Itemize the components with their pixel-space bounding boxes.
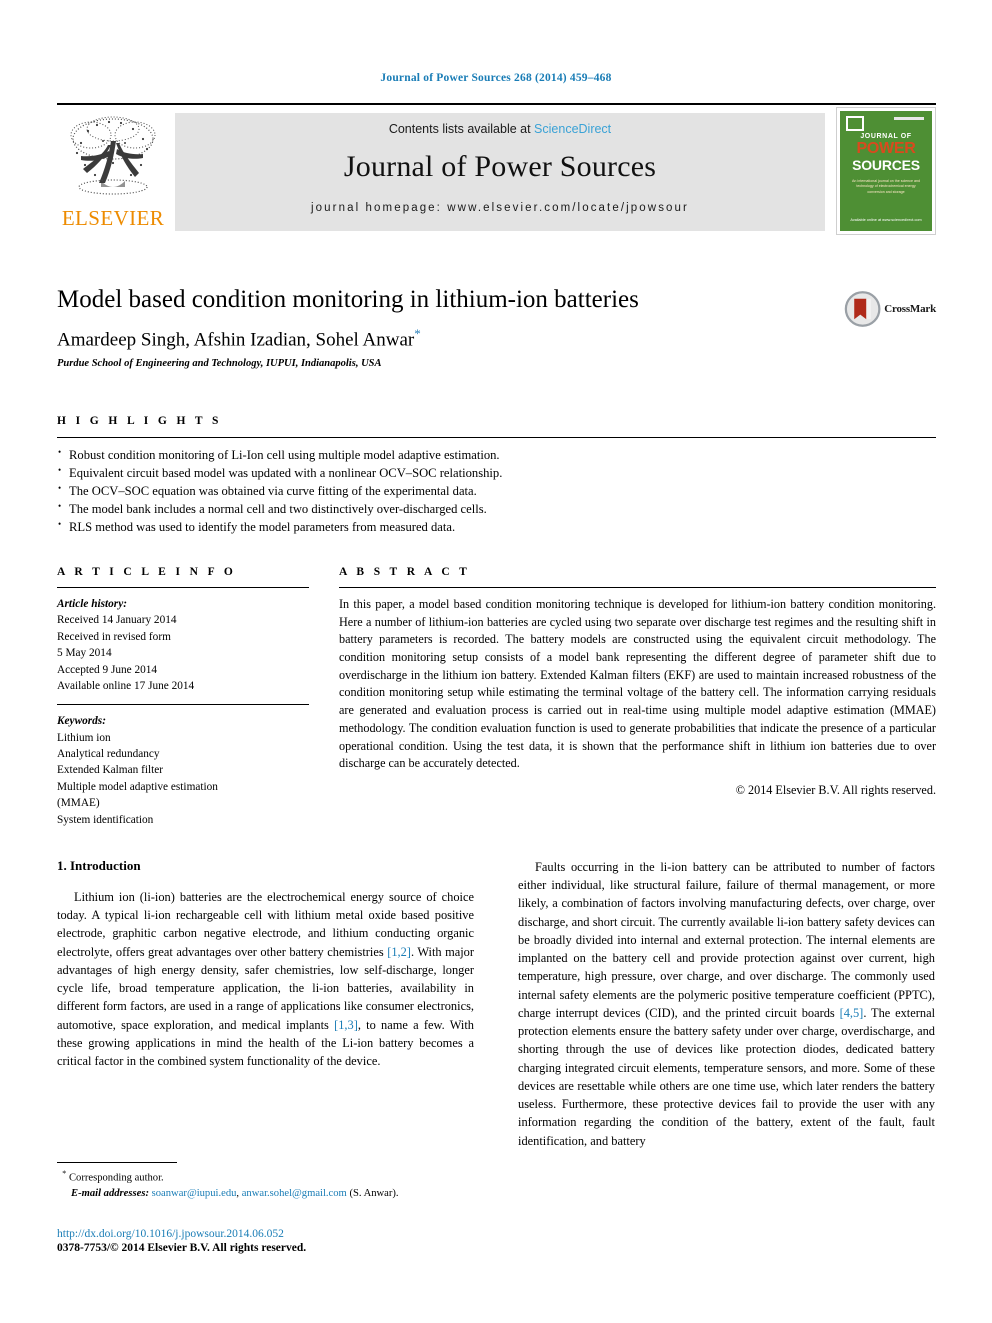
list-item: Equivalent circuit based model was updat…: [57, 464, 936, 483]
crossmark-badge[interactable]: CrossMark: [844, 286, 936, 332]
list-item: Robust condition monitoring of Li-Ion ce…: [57, 446, 936, 465]
doi-link[interactable]: http://dx.doi.org/10.1016/j.jpowsour.201…: [57, 1228, 557, 1240]
abstract-heading: A B S T R A C T: [339, 566, 471, 578]
article-info-heading: A R T I C L E I N F O: [57, 566, 237, 578]
keywords-list: Keywords: Lithium ion Analytical redunda…: [57, 713, 339, 828]
sciencedirect-link[interactable]: ScienceDirect: [534, 122, 611, 136]
citation-link[interactable]: [1,3]: [334, 1018, 358, 1032]
keyword-item: Lithium ion: [57, 731, 111, 744]
page-footer: http://dx.doi.org/10.1016/j.jpowsour.201…: [57, 1228, 557, 1254]
list-item: The OCV–SOC equation was obtained via cu…: [57, 482, 936, 501]
history-line: Available online 17 June 2014: [57, 679, 195, 692]
keyword-item: System identification: [57, 813, 154, 826]
body-column-right: Faults occurring in the li-ion battery c…: [518, 858, 935, 1150]
journal-cover-thumbnail: JOURNAL OF POWER SOURCES An internationa…: [836, 107, 936, 235]
journal-masthead: ELSEVIER Contents lists available at Sci…: [57, 103, 936, 235]
citation-link[interactable]: [1,2]: [387, 945, 411, 959]
abstract-divider: [339, 587, 936, 588]
abstract-copyright: © 2014 Elsevier B.V. All rights reserved…: [735, 782, 936, 797]
article-history-label: Article history:: [57, 598, 127, 610]
highlights-list: Robust condition monitoring of Li-Ion ce…: [57, 446, 936, 537]
history-line: Accepted 9 June 2014: [57, 663, 158, 676]
section-heading-introduction: 1. Introduction: [57, 858, 141, 873]
cover-top-strip: [894, 117, 924, 120]
info-abstract-section: A R T I C L E I N F O Article history: R…: [57, 566, 936, 828]
issn-copyright-line: 0378-7753/© 2014 Elsevier B.V. All right…: [57, 1242, 557, 1254]
list-item: The model bank includes a normal cell an…: [57, 500, 936, 519]
cover-blurb: An international journal on the science …: [852, 179, 920, 194]
contents-prefix: Contents lists available at: [388, 122, 535, 136]
running-head: Journal of Power Sources 268 (2014) 459–…: [380, 72, 612, 84]
footnote-star: *: [62, 1169, 67, 1178]
history-line: Received 14 January 2014: [57, 614, 177, 627]
intro-paragraph-left: Lithium ion (li-ion) batteries are the e…: [57, 888, 474, 1070]
keywords-label: Keywords:: [57, 715, 106, 728]
email-link-primary[interactable]: soanwar@iupui.edu: [152, 1188, 237, 1199]
keyword-item: (MMAE): [57, 797, 100, 810]
list-item: RLS method was used to identify the mode…: [57, 518, 936, 537]
footnote-divider: [57, 1162, 177, 1163]
crossmark-icon: [844, 291, 881, 327]
corresponding-author-marker: *: [414, 325, 421, 341]
email-suffix: (S. Anwar).: [346, 1188, 399, 1200]
issn-copyright: © 2014 Elsevier B.V. All rights reserved…: [110, 1242, 307, 1254]
footnote-corresponding-line: * Corresponding author.: [57, 1168, 474, 1186]
body-column-left: 1. Introduction Lithium ion (li-ion) bat…: [57, 858, 474, 1150]
author-list: Amardeep Singh, Afshin Izadian, Sohel An…: [57, 326, 936, 351]
intro-paragraph-right: Faults occurring in the li-ion battery c…: [518, 858, 935, 1150]
cover-footer-text: Available online at www.sciencedirect.co…: [850, 217, 922, 222]
elsevier-logo: ELSEVIER: [57, 113, 169, 233]
journal-homepage-link[interactable]: journal homepage: www.elsevier.com/locat…: [311, 202, 689, 214]
issn-prefix: 0378-7753/: [57, 1242, 111, 1254]
history-line: Received in revised form: [57, 630, 171, 643]
faults-text-2: . The external protection elements ensur…: [518, 1005, 936, 1148]
page-title: Model based condition monitoring in lith…: [57, 286, 639, 313]
corresponding-author-footnote: * Corresponding author. E-mail addresses…: [57, 1162, 474, 1202]
abstract-column: A B S T R A C T In this paper, a model b…: [339, 566, 936, 828]
keywords-divider: [57, 704, 309, 706]
email-link-secondary[interactable]: anwar.sohel@gmail.com: [242, 1188, 347, 1199]
citation-link[interactable]: [4,5]: [840, 1006, 864, 1020]
cover-journal-word: JOURNAL OF: [860, 133, 912, 140]
contents-available-line: Contents lists available at ScienceDirec…: [389, 122, 611, 136]
cover-elsevier-mark: [847, 117, 863, 130]
article-history: Article history: Received 14 January 201…: [57, 596, 339, 694]
keyword-item: Multiple model adaptive estimation: [57, 780, 218, 793]
author-names: Amardeep Singh, Afshin Izadian, Sohel An…: [57, 329, 415, 351]
cover-power-word: POWER: [856, 140, 916, 157]
journal-title: Journal of Power Sources: [343, 150, 657, 183]
body-columns: 1. Introduction Lithium ion (li-ion) bat…: [57, 858, 936, 1150]
masthead-center-panel: Contents lists available at ScienceDirec…: [175, 113, 825, 231]
paper-page: Journal of Power Sources 268 (2014) 459–…: [0, 0, 992, 1323]
cover-sources-word: SOURCES: [852, 157, 920, 173]
highlights-divider: [57, 437, 936, 438]
affiliation: Purdue School of Engineering and Technol…: [57, 358, 382, 370]
email-addresses-label: E-mail addresses:: [71, 1188, 149, 1200]
faults-text-1: Faults occurring in the li-ion battery c…: [518, 860, 935, 1020]
elsevier-wordmark: ELSEVIER: [61, 206, 165, 230]
abstract-text: In this paper, a model based condition m…: [339, 597, 936, 771]
keyword-item: Analytical redundancy: [57, 748, 160, 760]
elsevier-tree-icon: [70, 116, 156, 195]
footnote-corresponding-text: Corresponding author.: [68, 1172, 164, 1184]
highlights-heading: H I G H L I G H T S: [57, 415, 222, 427]
article-info-divider: [57, 587, 309, 588]
article-header: CrossMark Model based condition monitori…: [57, 286, 936, 369]
article-info-column: A R T I C L E I N F O Article history: R…: [57, 566, 339, 828]
crossmark-label: CrossMark: [884, 303, 936, 315]
footnote-email-line: E-mail addresses: soanwar@iupui.edu, anw…: [57, 1186, 474, 1202]
history-line: 5 May 2014: [57, 647, 112, 660]
highlights-section: H I G H L I G H T S Robust condition mon…: [57, 415, 936, 536]
keyword-item: Extended Kalman filter: [57, 764, 164, 777]
